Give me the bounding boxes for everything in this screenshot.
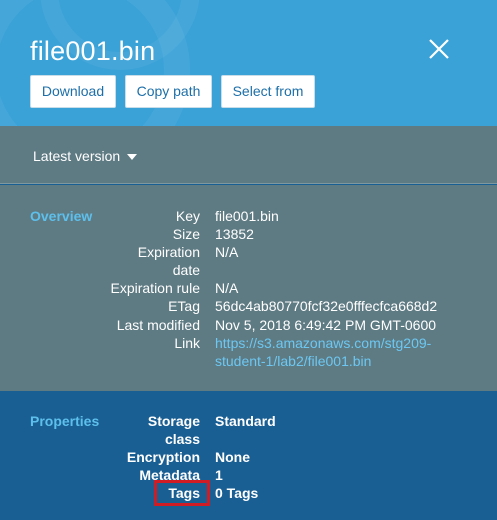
size-label: Size xyxy=(172,226,200,242)
etag-value: 56dc4ab80770fcf32e0fffecfca668d2 xyxy=(215,298,438,314)
object-link-line-2[interactable]: student-1/lab2/file001.bin xyxy=(215,352,431,370)
expiration-date-label: Expiration xyxy=(137,244,200,260)
last-modified-label: Last modified xyxy=(116,317,200,333)
expiration-date-label-cont: date xyxy=(172,262,200,278)
download-button[interactable]: Download xyxy=(30,75,116,108)
encryption-label: Encryption xyxy=(126,449,200,465)
tags-highlight-box xyxy=(154,480,210,506)
properties-section: Properties Storage class Standard Encryp… xyxy=(0,391,497,520)
tags-value: 0 Tags xyxy=(215,485,259,501)
key-label: Key xyxy=(175,208,200,224)
key-value: file001.bin xyxy=(215,208,279,224)
copy-path-button[interactable]: Copy path xyxy=(125,75,212,108)
select-from-button[interactable]: Select from xyxy=(221,75,315,108)
overview-section: Overview Key file001.bin Size 13852 Expi… xyxy=(0,185,497,391)
version-dropdown[interactable]: Latest version xyxy=(33,148,138,164)
storage-class-label-cont: class xyxy=(164,431,200,447)
expiration-date-value: N/A xyxy=(215,244,239,260)
storage-class-label: Storage xyxy=(147,413,200,429)
expiration-rule-label: Expiration rule xyxy=(110,280,201,296)
close-icon[interactable] xyxy=(425,35,453,63)
object-title: file001.bin xyxy=(30,36,156,66)
last-modified-value: Nov 5, 2018 6:49:42 PM GMT-0600 xyxy=(215,317,437,333)
etag-label: ETag xyxy=(168,298,200,314)
caret-down-icon xyxy=(127,153,138,160)
metadata-value: 1 xyxy=(215,467,223,483)
encryption-value: None xyxy=(215,449,250,465)
link-label: Link xyxy=(174,335,200,351)
object-link-line-1[interactable]: https://s3.amazonaws.com/stg209- xyxy=(215,334,431,352)
object-header: file001.bin Download Copy path Select fr… xyxy=(0,0,497,126)
object-link[interactable]: https://s3.amazonaws.com/stg209- student… xyxy=(215,334,431,370)
version-dropdown-label: Latest version xyxy=(33,148,121,164)
expiration-rule-value: N/A xyxy=(215,280,239,296)
version-bar: Latest version xyxy=(0,126,497,184)
size-value: 13852 xyxy=(215,226,254,242)
storage-class-value: Standard xyxy=(215,413,276,429)
